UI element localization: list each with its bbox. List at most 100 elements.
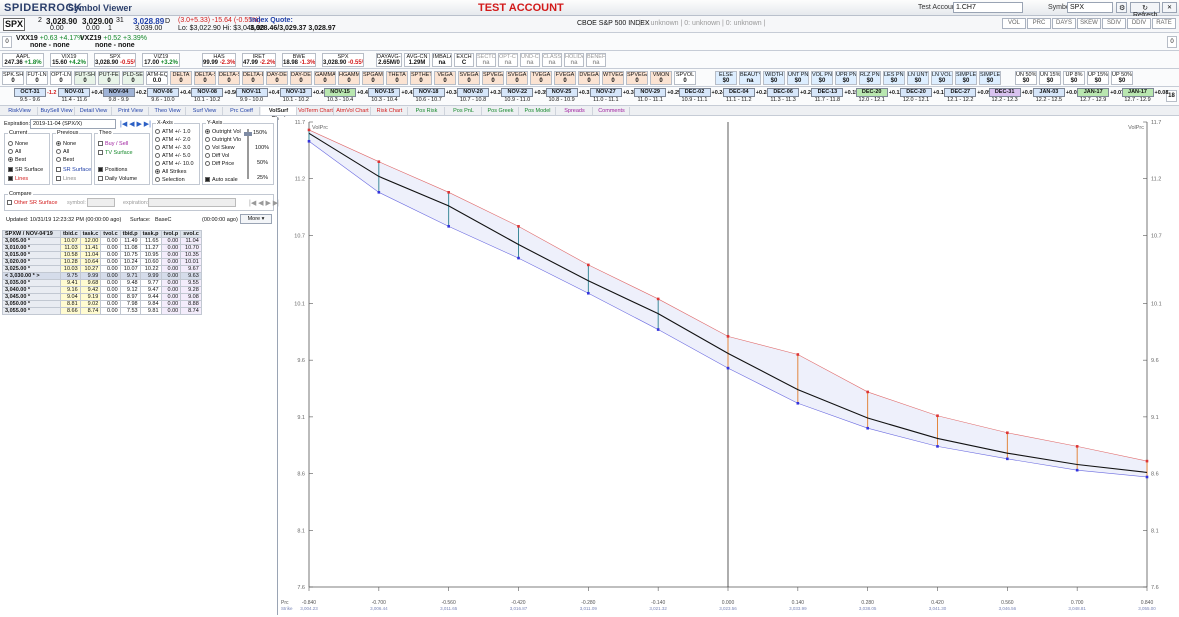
greek-cell[interactable]: UPR PNL$0: [835, 71, 857, 85]
xaxis-opt-0[interactable]: ATM +/- 1.0: [155, 129, 190, 135]
metric-right-cell[interactable]: UND-CTRLna: [520, 53, 540, 67]
xaxis-opt-6[interactable]: Selection: [155, 177, 185, 183]
greek-cell[interactable]: SVEGA 0: [506, 71, 528, 85]
metric-cell[interactable]: VIX19 15.60 +4.2%: [50, 53, 88, 67]
table-row[interactable]: 3,045.00 * 9.04 9.19 0.00 8.97 9.44 0.00 9.08: [2, 293, 202, 301]
greek-cell[interactable]: LES PNL $0: [883, 71, 905, 85]
expiry-item[interactable]: NOV-04 9.8 - 9.9: [102, 88, 135, 104]
table-row[interactable]: 3,015.00 * 10.58 11.04 0.00 10.75 10.95 0.00 10…: [2, 251, 202, 259]
expiry-item[interactable]: DEC-20 12.0 - 12.1: [900, 88, 932, 104]
greek-cell[interactable]: VMON 0: [650, 71, 672, 85]
tab-volsurf-chart[interactable]: VolSurf Chart: [261, 107, 297, 122]
grid-header-cell[interactable]: svol.c: [180, 230, 202, 238]
greek-cell[interactable]: SPVEGA 0: [626, 71, 648, 85]
tab-pos-greek[interactable]: Pos Greek: [483, 107, 519, 115]
greek-cell[interactable]: WTVEGA0: [602, 71, 624, 85]
tab-riskview[interactable]: RiskView: [2, 107, 38, 115]
greek-cell[interactable]: UN 50% $0: [1015, 71, 1037, 85]
vol-button[interactable]: VOL: [1002, 18, 1026, 29]
yaxis-opt-4[interactable]: Diff Price: [205, 161, 234, 167]
metric-cell[interactable]: IRET 47.99 -2.2%: [242, 53, 276, 67]
greek-cell[interactable]: HGAMMA0: [338, 71, 360, 85]
expiry-item[interactable]: DEC-31 12.2 - 12.3: [988, 88, 1021, 104]
greek-cell[interactable]: SVEGA 0: [458, 71, 480, 85]
greek-cell[interactable]: LN VOL PNL$0: [931, 71, 953, 85]
tab-spreads[interactable]: Spreads: [557, 107, 593, 115]
metric-right-cell[interactable]: AVG-CN 1.29M: [404, 53, 430, 67]
metric-right-cell[interactable]: CLASS na: [542, 53, 562, 67]
volsurf-chart[interactable]: 7.6 7.6 8.1 8.1 8.6 8.6 9.1 9.1 9.6 9.6 10.1 10.1 10…: [279, 117, 1179, 615]
expiration-select[interactable]: 2019-11-04 (SPX/X): [30, 119, 116, 129]
expiry-item[interactable]: DEC-02 10.9 - 11.1: [678, 88, 711, 104]
tab-pos-model[interactable]: Pos Model: [520, 107, 556, 115]
expiration-nav-icons[interactable]: |◀ ◀ ▶ ▶|: [120, 120, 151, 128]
expiry-item[interactable]: NOV-15 10.3 - 10.4: [368, 88, 401, 104]
expiry-item[interactable]: DEC-06 11.3 - 11.3: [767, 88, 800, 104]
greek-cell[interactable]: FUT-SH 0: [74, 71, 96, 85]
table-row[interactable]: 3,035.00 * 9.41 9.68 0.00 9.48 9.77 0.00 9.55: [2, 279, 202, 287]
yaxis-opt-1[interactable]: Outright Vlo: [205, 137, 241, 143]
compare-symbol-input[interactable]: [87, 198, 115, 207]
tab-buysell-view[interactable]: BuySell View: [39, 107, 75, 115]
metric-right-cell[interactable]: DAYAVG-SH2.65M/0: [376, 53, 402, 67]
metric-cell[interactable]: SPX3,028.90 -0.55%: [322, 53, 364, 67]
greek-cell[interactable]: UN 15% $0: [1039, 71, 1061, 85]
other-surface-check[interactable]: Other SR Surface: [7, 200, 57, 206]
expiry-item[interactable]: NOV-27 11.0 - 11.1: [589, 88, 622, 104]
compare-expiration-select[interactable]: [148, 198, 236, 207]
greek-cell[interactable]: ELSE $0: [715, 71, 737, 85]
table-row[interactable]: 3,040.00 * 9.16 9.42 0.00 9.12 9.47 0.00 9.28: [2, 286, 202, 294]
table-row[interactable]: 3,010.00 * 11.03 11.41 0.00 11.08 11.27 0.00 10…: [2, 244, 202, 252]
theo-daily-volume[interactable]: Daily Volume: [98, 176, 137, 182]
grid-header-cell[interactable]: tbid.c: [60, 230, 81, 238]
tab-pos-pnl[interactable]: Pos PnL: [446, 107, 482, 115]
tab-detail-view[interactable]: Detail View: [76, 107, 112, 115]
greek-cell[interactable]: DAY-DELTA0: [290, 71, 312, 85]
expiry-item[interactable]: JAN-17 12.7 - 12.9: [1077, 88, 1110, 104]
grid-header-cell[interactable]: task.c: [79, 230, 102, 238]
grid-header-cell[interactable]: tbid.p: [119, 230, 141, 238]
greek-cell[interactable]: UP 8% $0: [1063, 71, 1085, 85]
tab-print-view[interactable]: Print View: [113, 107, 149, 115]
metric-right-cell[interactable]: EXCH C: [454, 53, 474, 67]
ddiv-button[interactable]: DDIV: [1127, 18, 1151, 29]
grid-header-cell[interactable]: tvol.c: [100, 230, 121, 238]
tab-comments[interactable]: Comments: [594, 107, 630, 115]
settings-icon[interactable]: ⚙: [1116, 2, 1127, 13]
greek-cell[interactable]: OPT-LN 0: [50, 71, 72, 85]
tab-theo-view[interactable]: Theo View: [150, 107, 186, 115]
metric-right-cell[interactable]: IMBALANCEna: [432, 53, 452, 67]
greek-cell[interactable]: TVEGA 0: [530, 71, 552, 85]
grid-header-cell[interactable]: tvol.p: [160, 230, 182, 238]
test-account-select[interactable]: 1.CH7: [953, 2, 1023, 13]
expiry-item[interactable]: DEC-20 12.0 - 12.1: [855, 88, 888, 104]
theo-positions[interactable]: Positions: [98, 167, 127, 173]
greek-cell[interactable]: WIDTH $0: [763, 71, 785, 85]
tab-pos-risk[interactable]: Pos Risk: [409, 107, 445, 115]
table-row[interactable]: 3,025.00 * 10.03 10.27 0.00 10.07 10.22 0.00 9.…: [2, 265, 202, 273]
auto-scale-check[interactable]: Auto scale: [205, 177, 238, 183]
symbol-box[interactable]: SPX: [3, 18, 25, 31]
greek-cell[interactable]: UP 50% $0: [1111, 71, 1133, 85]
greek-cell[interactable]: SPVOL 0: [674, 71, 696, 85]
zoom-slider-handle[interactable]: [244, 132, 252, 136]
greek-cell[interactable]: SPGAMMA0: [362, 71, 384, 85]
greek-cell[interactable]: VOL PNL $0: [811, 71, 833, 85]
prc-button[interactable]: PRC: [1027, 18, 1051, 29]
previous-none[interactable]: None: [56, 141, 76, 147]
expiry-item[interactable]: NOV-18 10.6 - 10.7: [412, 88, 445, 104]
expiry-item[interactable]: JAN-03 12.2 - 12.5: [1032, 88, 1065, 104]
greek-cell[interactable]: SIMPLE PNL$0: [955, 71, 977, 85]
table-row[interactable]: 3,055.00 * 8.66 8.74 0.00 7.53 9.81 0.00 8.74: [2, 307, 202, 315]
vx-left-corner[interactable]: 0: [2, 36, 12, 48]
skew-button[interactable]: SKEW: [1077, 18, 1101, 29]
current-sr-surface[interactable]: SR Surface: [8, 167, 43, 173]
metric-right-cell[interactable]: BENEFITna: [586, 53, 606, 67]
expiry-item[interactable]: NOV-29 11.0 - 11.1: [634, 88, 667, 104]
greek-cell[interactable]: DELTA 0: [170, 71, 192, 85]
rate-button[interactable]: RATE: [1152, 18, 1176, 29]
previous-best[interactable]: Best: [56, 157, 74, 163]
close-window-button[interactable]: ✕: [1162, 2, 1177, 13]
expiry-item[interactable]: NOV-20 10.7 - 10.8: [457, 88, 489, 104]
metric-cell[interactable]: VIZ19 17.00 +3.2%: [142, 53, 180, 67]
